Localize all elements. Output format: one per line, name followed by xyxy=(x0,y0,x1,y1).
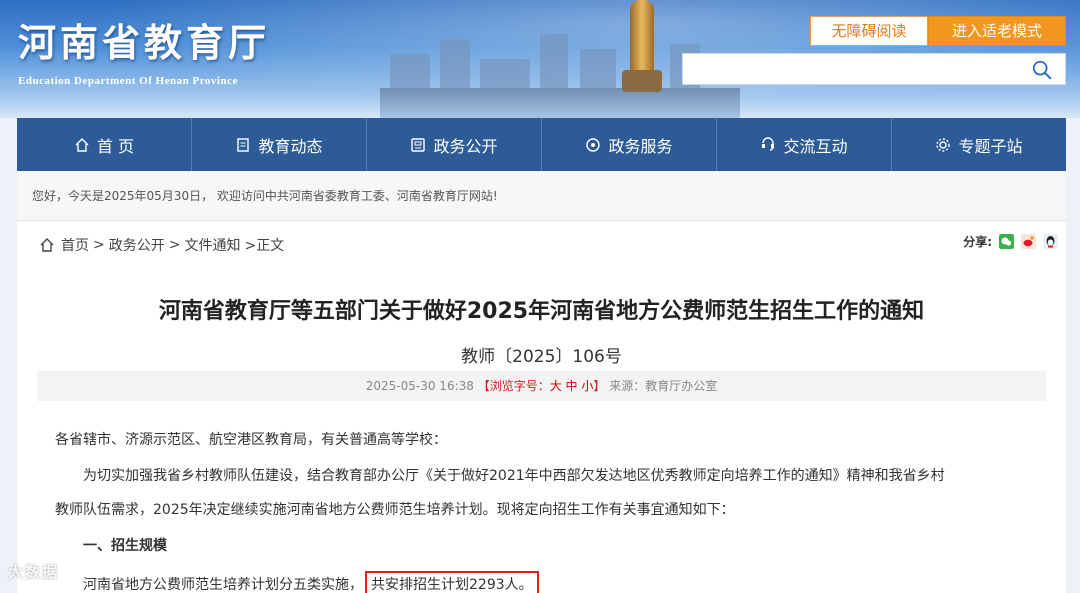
service-icon xyxy=(586,137,601,152)
nav-label: 专题子站 xyxy=(958,136,1023,156)
share-label: 分享: xyxy=(963,235,992,249)
nav-item-interaction[interactable]: 交流互动 xyxy=(717,118,892,171)
font-size-options[interactable]: 大 中 小 xyxy=(550,379,594,393)
font-size-label: 【浏览字号： xyxy=(477,379,550,393)
nav-label: 交流互动 xyxy=(783,136,848,156)
paragraph-intro-cont: 教师队伍需求，2025年决定继续实施河南省地方公费师范生培养计划。现将定向招生工… xyxy=(55,502,735,518)
search-icon[interactable] xyxy=(1031,59,1053,81)
article-title: 河南省教育厅等五部门关于做好2025年河南省地方公费师范生招生工作的通知 xyxy=(158,299,925,324)
weibo-icon[interactable] xyxy=(1021,234,1036,249)
site-logo[interactable]: 河南省教育厅 Education Department Of Henan Pro… xyxy=(18,12,270,87)
watermark: 大数据 xyxy=(8,563,60,581)
article-container: 首页 > 政务公开 > 文件通知 >正文 分享: 河南省教育厅等五部门关于做好2… xyxy=(17,221,1066,593)
breadcrumb: 首页 > 政务公开 > 文件通知 >正文 xyxy=(39,235,288,255)
search-box xyxy=(682,53,1066,85)
breadcrumb-separator: > xyxy=(93,237,105,253)
article-meta: 2025-05-30 16:38 【浏览字号：大 中 小】 来源：教育厅办公室 xyxy=(37,371,1046,401)
section-heading: 一、招生规模 xyxy=(83,538,167,554)
nav-item-government-affairs[interactable]: 政务公开 xyxy=(367,118,542,171)
share-bar: 分享: xyxy=(963,233,1058,250)
accessible-reading-button[interactable]: 无障碍阅读 xyxy=(810,16,928,46)
elder-mode-button[interactable]: 进入适老模式 xyxy=(928,16,1066,46)
logo-en: Education Department Of Henan Province xyxy=(18,75,238,87)
notice-icon xyxy=(411,137,426,152)
nav-item-special-topics[interactable]: 专题子站 xyxy=(892,118,1066,171)
logo-cn: 河南省教育厅 xyxy=(18,20,271,65)
search-input[interactable] xyxy=(683,54,1013,84)
document-number: 教师〔2025〕106号 xyxy=(461,347,622,367)
document-icon xyxy=(237,137,250,152)
qq-icon[interactable] xyxy=(1043,234,1058,249)
article-source: 来源：教育厅办公室 xyxy=(609,379,718,393)
interaction-icon xyxy=(762,136,775,151)
font-size-close: 】 xyxy=(593,379,606,393)
paragraph-intro: 为切实加强我省乡村教师队伍建设，结合教育部办公厅《关于做好2021年中西部欠发达… xyxy=(83,468,945,484)
paragraph-enrollment-text: 河南省地方公费师范生培养计划分五类实施， xyxy=(83,577,363,593)
nav-item-education-news[interactable]: 教育动态 xyxy=(192,118,367,171)
publish-datetime: 2025-05-30 16:38 xyxy=(365,379,474,393)
nav-label: 政务公开 xyxy=(433,136,498,156)
gear-icon xyxy=(936,137,951,152)
welcome-bar: 您好，今天是2025年05月30日， 欢迎访问中共河南省委教育工委、河南省教育厅… xyxy=(17,171,1066,221)
home-icon xyxy=(75,137,89,152)
nav-item-government-services[interactable]: 政务服务 xyxy=(542,118,717,171)
nav-item-home[interactable]: 首 页 xyxy=(17,118,192,171)
tower-image xyxy=(622,0,662,92)
paragraph-enrollment: 河南省地方公费师范生培养计划分五类实施， 共安排招生计划2293人。 xyxy=(83,571,539,593)
nav-label: 政务服务 xyxy=(608,136,673,156)
breadcrumb-home[interactable]: 首页 xyxy=(61,235,89,255)
breadcrumb-government-affairs[interactable]: 政务公开 xyxy=(109,235,165,255)
nav-label: 教育动态 xyxy=(258,136,323,156)
home-icon xyxy=(40,238,54,252)
breadcrumb-separator: > xyxy=(168,237,181,253)
paragraph-addressee: 各省辖市、济源示范区、航空港区教育局，有关普通高等学校： xyxy=(55,432,447,448)
breadcrumb-current: >正文 xyxy=(244,238,285,254)
wechat-icon[interactable] xyxy=(999,234,1014,249)
breadcrumb-file-notice[interactable]: 文件通知 xyxy=(184,235,240,255)
main-nav: 首 页 教育动态 政务公开 政务服务 交流互动 专题子站 xyxy=(17,118,1066,171)
highlighted-enrollment-total: 共安排招生计划2293人。 xyxy=(365,571,539,593)
site-header: 河南省教育厅 Education Department Of Henan Pro… xyxy=(0,0,1080,118)
nav-label: 首 页 xyxy=(96,136,135,156)
